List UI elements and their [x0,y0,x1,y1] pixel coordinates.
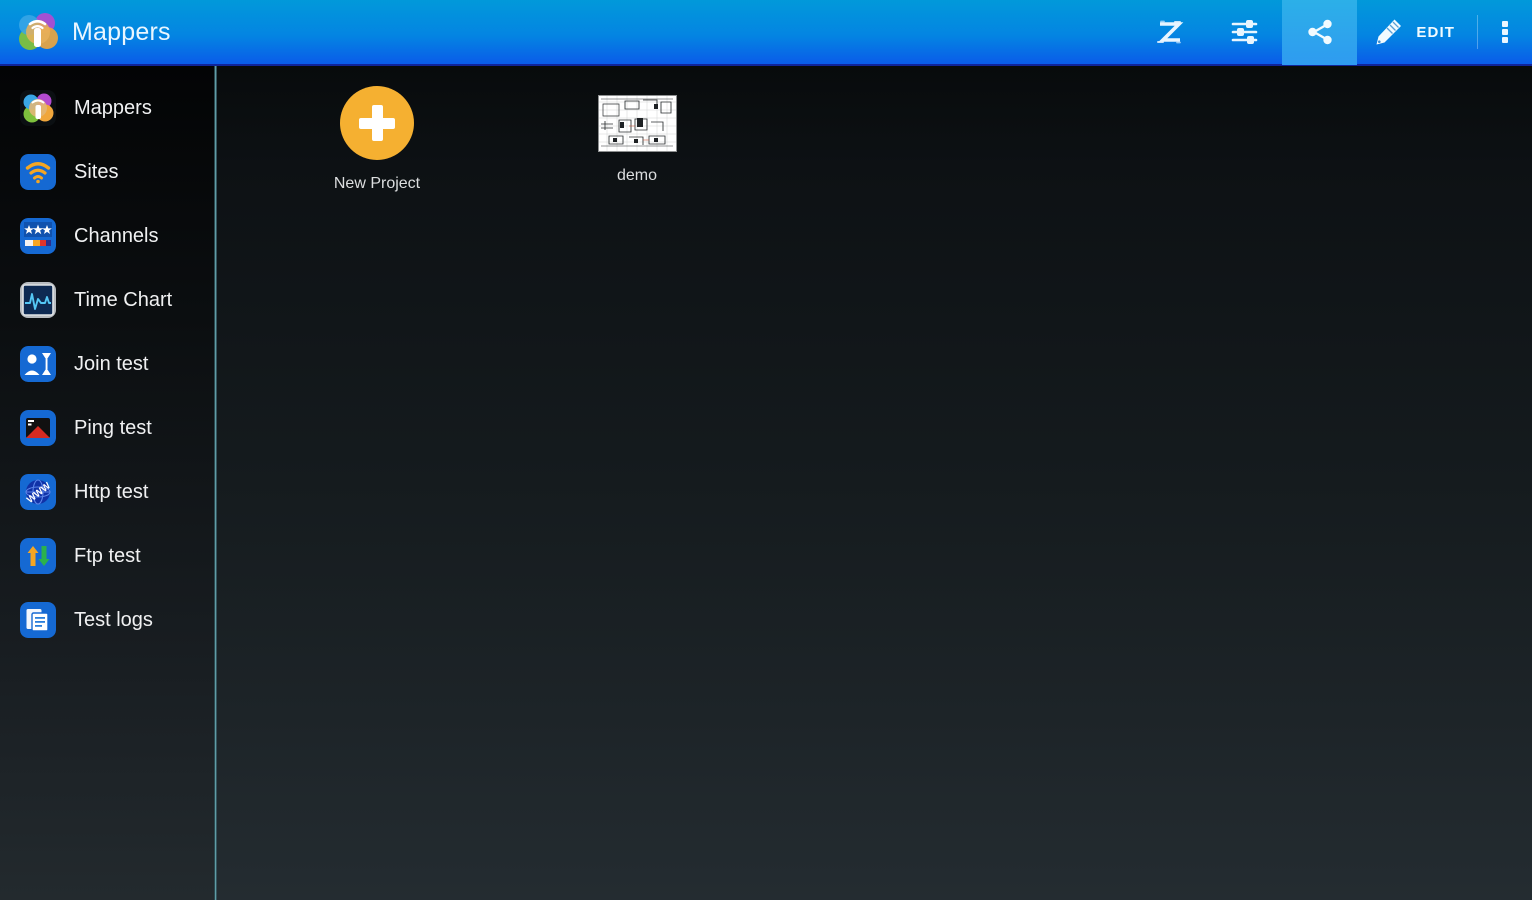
app-window: Mappers EDIT Mappers Sites Channels Time… [0,0,1532,900]
sidebar-item-label: Time Chart [74,288,173,311]
app-title: Mappers [72,17,171,46]
overflow-button[interactable] [1478,0,1532,65]
sidebar-item-label: Join test [74,352,149,375]
brand: Mappers [0,0,171,65]
join-test-icon [20,346,56,382]
sidebar-item-label: Sites [74,160,119,183]
ftp-transfer-arrows-icon [20,538,56,574]
projects-grid: New Project demo [217,66,722,193]
sidebar-item-ping-test[interactable]: Ping test [0,396,215,460]
z-logo-icon [1156,20,1184,44]
sidebar-item-label: Mappers [74,96,152,119]
tile-label: demo [616,167,658,184]
more-vertical-icon [1502,21,1508,43]
sidebar: Mappers Sites Channels Time Chart Join t… [0,66,215,900]
plus-icon [340,86,414,160]
zoiper-z-button[interactable] [1132,0,1207,65]
mappers-logo-icon [20,90,56,126]
test-logs-documents-icon [20,602,56,638]
header-actions: EDIT [1132,0,1532,65]
share-button[interactable] [1282,0,1358,65]
channels-stars-icon [20,218,56,254]
share-icon [1308,19,1332,45]
ping-test-icon [20,410,56,446]
main-content: New Project demo [217,66,1532,900]
sidebar-item-mappers[interactable]: Mappers [0,76,215,140]
sidebar-item-label: Channels [74,224,159,247]
http-test-www-icon: WWW [20,474,56,510]
wifi-signal-icon [20,154,56,190]
new-project-tile[interactable]: New Project [292,86,462,193]
sidebar-item-ftp-test[interactable]: Ftp test [0,524,215,588]
sidebar-item-label: Ping test [74,416,152,439]
sidebar-item-sites[interactable]: Sites [0,140,215,204]
tune-sliders-icon [1231,20,1258,44]
edit-button-label: EDIT [1416,23,1455,41]
sidebar-item-join-test[interactable]: Join test [0,332,215,396]
project-tile-demo[interactable]: demo [552,86,722,185]
mappers-logo-icon [14,9,60,55]
sidebar-item-time-chart[interactable]: Time Chart [0,268,215,332]
sidebar-item-test-logs[interactable]: Test logs [0,588,215,652]
sidebar-item-label: Http test [74,480,149,503]
time-chart-icon [20,282,56,318]
tune-button[interactable] [1207,0,1282,65]
project-thumbnail [597,95,677,152]
sidebar-item-http-test[interactable]: WWW Http test [0,460,215,524]
sidebar-item-label: Test logs [74,608,153,631]
app-header: Mappers EDIT [0,0,1532,66]
tile-label: New Project [333,175,421,192]
pencil-edit-icon [1376,19,1402,45]
sidebar-item-label: Ftp test [74,544,141,567]
sidebar-item-channels[interactable]: Channels [0,204,215,268]
edit-button[interactable]: EDIT [1357,0,1477,65]
